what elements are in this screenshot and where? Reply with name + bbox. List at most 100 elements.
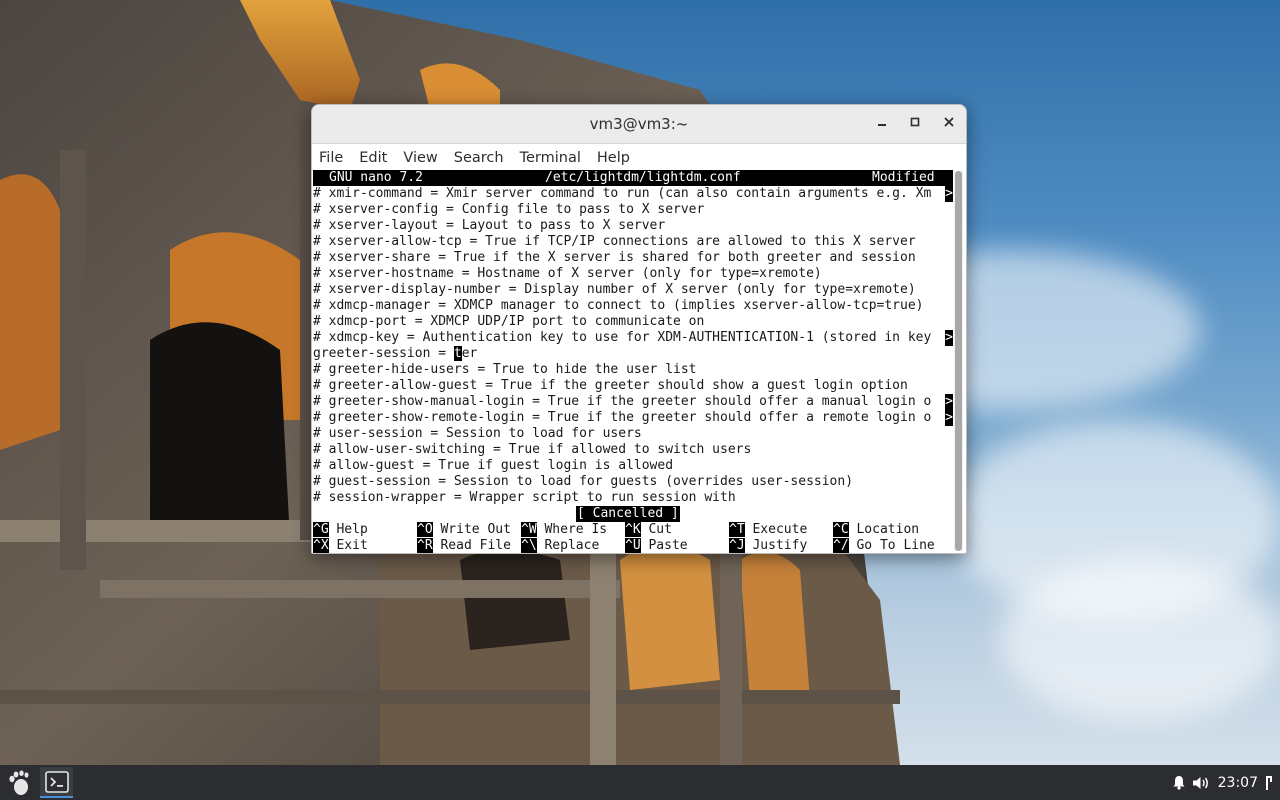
editor-line: # xserver-config = Config file to pass t…: [313, 202, 704, 218]
line-overflow-marker: >: [945, 330, 953, 346]
system-tray: 23:07: [1172, 765, 1280, 800]
shortcut-item[interactable]: ^O Write Out: [417, 522, 511, 538]
clock[interactable]: 23:07: [1218, 775, 1258, 791]
maximize-button[interactable]: [903, 112, 927, 136]
shortcut-item[interactable]: ^R Read File: [417, 538, 511, 553]
app-menu-button[interactable]: [4, 767, 34, 798]
shortcut-key: ^U: [625, 538, 641, 553]
maximize-icon: [910, 117, 920, 127]
power-icon[interactable]: [1264, 775, 1274, 791]
shortcut-key: ^G: [313, 522, 329, 537]
shortcut-item[interactable]: ^\ Replace: [521, 538, 600, 553]
shortcut-label: Cut: [648, 522, 672, 537]
shortcut-item[interactable]: ^/ Go To Line: [833, 538, 935, 553]
editor-line-text: # greeter-allow-guest = True if the gree…: [313, 378, 908, 393]
editor-line: greeter-session = ter: [313, 346, 477, 362]
terminal-scrollbar[interactable]: [954, 171, 963, 551]
editor-line: # xserver-allow-tcp = True if TCP/IP con…: [313, 234, 916, 250]
taskbar-terminal-button[interactable]: [40, 767, 73, 798]
shortcut-item[interactable]: ^C Location: [833, 522, 919, 538]
shortcut-label: Exit: [336, 538, 368, 553]
shortcut-key: ^O: [417, 522, 433, 537]
text-cursor: t: [453, 346, 462, 361]
shortcut-key: ^X: [313, 538, 329, 553]
shortcut-item[interactable]: ^U Paste: [625, 538, 688, 553]
shortcut-label: Read File: [440, 538, 511, 553]
line-overflow-marker: >: [945, 410, 953, 426]
shortcut-item[interactable]: ^T Execute: [729, 522, 807, 538]
editor-line-text: # xserver-share = True if the X server i…: [313, 250, 916, 265]
shortcut-key: ^R: [417, 538, 433, 553]
menu-help[interactable]: Help: [597, 150, 630, 166]
editor-line: # greeter-show-remote-login = True if th…: [313, 410, 953, 426]
shortcut-item[interactable]: ^G Help: [313, 522, 368, 538]
editor-line: # xdmcp-port = XDMCP UDP/IP port to comm…: [313, 314, 704, 330]
gnome-foot-icon: [9, 769, 29, 795]
shortcut-label: Execute: [752, 522, 808, 537]
editor-line-text: # allow-guest = True if guest login is a…: [313, 458, 674, 473]
bell-icon[interactable]: [1172, 775, 1186, 790]
shortcut-item[interactable]: ^J Justify: [729, 538, 808, 553]
menu-search[interactable]: Search: [454, 150, 504, 166]
minimize-button[interactable]: [870, 112, 894, 136]
window-title: vm3@vm3:~: [589, 115, 689, 133]
editor-line-text: # user-session = Session to load for use…: [313, 426, 642, 441]
window-titlebar[interactable]: vm3@vm3:~: [312, 105, 966, 144]
nano-version: GNU nano 7.2: [329, 170, 423, 185]
editor-line-text: # xdmcp-key = Authentication key to use …: [313, 330, 932, 345]
shortcut-label: Paste: [648, 538, 688, 553]
shortcut-label: Help: [336, 522, 368, 537]
nano-status-message: [ Cancelled ]: [576, 506, 680, 522]
editor-line-text: # xserver-config = Config file to pass t…: [313, 202, 705, 217]
editor-line-text: # xserver-layout = Layout to pass to X s…: [313, 218, 666, 233]
shortcut-item[interactable]: ^K Cut: [625, 522, 672, 538]
shortcut-label: Write Out: [440, 522, 511, 537]
shortcut-key: ^T: [729, 522, 745, 537]
menu-edit[interactable]: Edit: [359, 150, 387, 166]
editor-line-text: # greeter-show-manual-login = True if th…: [313, 394, 932, 409]
menu-view[interactable]: View: [403, 150, 437, 166]
editor-line-text: # xdmcp-port = XDMCP UDP/IP port to comm…: [313, 314, 705, 329]
shortcut-item[interactable]: ^W Where Is: [521, 522, 607, 538]
editor-line: # xserver-hostname = Hostname of X serve…: [313, 266, 822, 282]
editor-line: # xserver-layout = Layout to pass to X s…: [313, 218, 665, 234]
editor-line-text: # xserver-allow-tcp = True if TCP/IP con…: [313, 234, 916, 249]
shortcut-item[interactable]: ^X Exit: [313, 538, 368, 553]
editor-line: # xdmcp-manager = XDMCP manager to conne…: [313, 298, 923, 314]
shortcut-key: ^/: [833, 538, 849, 553]
menu-file[interactable]: File: [319, 150, 343, 166]
close-icon: [944, 117, 954, 127]
editor-line: # xserver-share = True if the X server i…: [313, 250, 916, 266]
editor-line: # greeter-show-manual-login = True if th…: [313, 394, 953, 410]
nano-modified-flag: Modified: [872, 170, 935, 185]
terminal-window[interactable]: vm3@vm3:~ File Edit View Search Terminal…: [311, 104, 967, 554]
editor-line: # greeter-hide-users = True to hide the …: [313, 362, 697, 378]
editor-line-text: # xmir-command = Xmir server command to …: [313, 186, 932, 201]
close-button[interactable]: [937, 112, 961, 136]
shortcut-key: ^K: [625, 522, 641, 537]
editor-line: # user-session = Session to load for use…: [313, 426, 642, 442]
editor-line-text: # allow-user-switching = True if allowed…: [313, 442, 752, 457]
shortcut-key: ^W: [521, 522, 537, 537]
terminal-icon: [44, 770, 69, 793]
shortcut-key: ^\: [521, 538, 537, 553]
menu-terminal[interactable]: Terminal: [520, 150, 581, 166]
editor-line: # greeter-allow-guest = True if the gree…: [313, 378, 908, 394]
editor-line-text: # xserver-hostname = Hostname of X serve…: [313, 266, 822, 281]
terminal-content[interactable]: GNU nano 7.2 /etc/lightdm/lightdm.conf M…: [312, 170, 953, 553]
editor-line-text-after-cursor: er: [461, 346, 478, 361]
editor-line: # xdmcp-key = Authentication key to use …: [313, 330, 953, 346]
editor-line-text: # xdmcp-manager = XDMCP manager to conne…: [313, 298, 924, 313]
shortcut-label: Replace: [544, 538, 600, 553]
editor-line: # allow-user-switching = True if allowed…: [313, 442, 751, 458]
shortcut-label: Justify: [752, 538, 808, 553]
editor-line-text: # greeter-hide-users = True to hide the …: [313, 362, 697, 377]
editor-line: # xserver-display-number = Display numbe…: [313, 282, 916, 298]
shortcut-key: ^C: [833, 522, 849, 537]
editor-line: # allow-guest = True if guest login is a…: [313, 458, 673, 474]
volume-icon[interactable]: [1192, 775, 1210, 791]
editor-line-text: # xserver-display-number = Display numbe…: [313, 282, 916, 297]
editor-line: # session-wrapper = Wrapper script to ru…: [313, 490, 736, 506]
editor-line-text: # guest-session = Session to load for gu…: [313, 474, 854, 489]
scrollbar-thumb[interactable]: [955, 171, 962, 551]
